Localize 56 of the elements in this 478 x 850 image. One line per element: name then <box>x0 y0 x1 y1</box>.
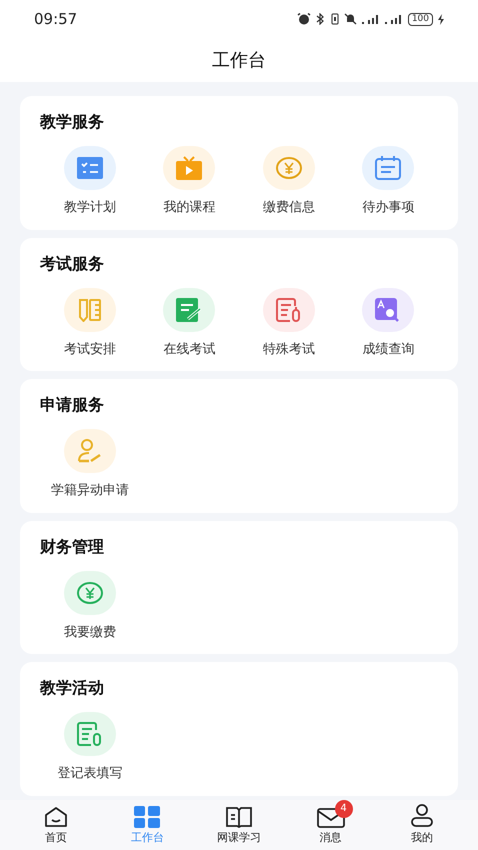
grid-icon <box>134 806 160 828</box>
service-label[interactable]: 我要缴费 <box>64 622 116 642</box>
mute-bell-icon <box>344 13 357 25</box>
service-icon-button[interactable] <box>163 146 216 190</box>
yuan-coin-icon <box>276 157 302 179</box>
tv-play-icon <box>176 156 202 180</box>
charging-icon <box>438 14 444 24</box>
service-icon-button[interactable] <box>163 288 216 332</box>
edit-note-icon <box>176 298 202 322</box>
signal-icon <box>384 13 403 25</box>
book-icon <box>224 806 253 828</box>
service-icon-button[interactable] <box>64 570 116 614</box>
calendar-icon <box>375 156 402 180</box>
service-icon-button[interactable] <box>64 288 116 332</box>
section-title: 考试服务 <box>40 252 105 274</box>
unread-badge: 4 <box>334 800 353 818</box>
service-icon-button[interactable] <box>64 146 116 190</box>
section-title: 教学服务 <box>40 111 105 133</box>
ruler-pencil-icon <box>78 298 102 322</box>
tab-bar-item[interactable]: 首页 <box>10 804 102 846</box>
service-icon-button[interactable] <box>362 146 414 190</box>
service-icon-button[interactable] <box>64 429 116 473</box>
section-title: 财务管理 <box>40 536 105 558</box>
page-title: 工作台 <box>212 48 266 72</box>
yuan-coin-icon <box>76 582 103 604</box>
signal-icon <box>362 13 380 25</box>
status-time: 09:57 <box>34 8 78 30</box>
checklist-icon <box>76 157 103 179</box>
home-icon <box>44 806 68 828</box>
section-title: 教学活动 <box>40 677 105 699</box>
service-label[interactable]: 教学计划 <box>64 198 116 218</box>
person-edit-icon <box>76 439 103 463</box>
vibrate-icon <box>330 13 339 25</box>
section-title: 申请服务 <box>40 394 105 416</box>
alarm-icon <box>296 13 311 25</box>
person-icon <box>410 804 434 828</box>
service-label[interactable]: 在线考试 <box>163 340 216 359</box>
form-pen-icon <box>76 722 103 746</box>
service-label[interactable]: 考试安排 <box>64 340 116 359</box>
service-label[interactable]: 我的课程 <box>163 198 216 218</box>
service-icon-button[interactable] <box>362 288 414 332</box>
bluetooth-icon <box>316 13 326 25</box>
document-clip-icon <box>276 298 302 322</box>
grade-search-icon <box>375 298 402 322</box>
service-label[interactable]: 待办事项 <box>362 198 414 218</box>
service-icon-button[interactable] <box>262 146 315 190</box>
battery-level: 100 <box>408 12 433 26</box>
service-label[interactable]: 学籍异动申请 <box>50 481 129 500</box>
service-label[interactable]: 特殊考试 <box>262 340 315 359</box>
service-icon-button[interactable] <box>262 288 315 332</box>
service-label[interactable]: 成绩查询 <box>362 340 414 359</box>
service-label[interactable]: 缴费信息 <box>262 198 315 218</box>
tab-bar-item[interactable]: 网课学习 <box>193 804 285 846</box>
service-label[interactable]: 登记表填写 <box>57 764 122 784</box>
tab-bar-item[interactable]: 我的 <box>376 804 468 846</box>
service-icon-button[interactable] <box>64 712 116 756</box>
